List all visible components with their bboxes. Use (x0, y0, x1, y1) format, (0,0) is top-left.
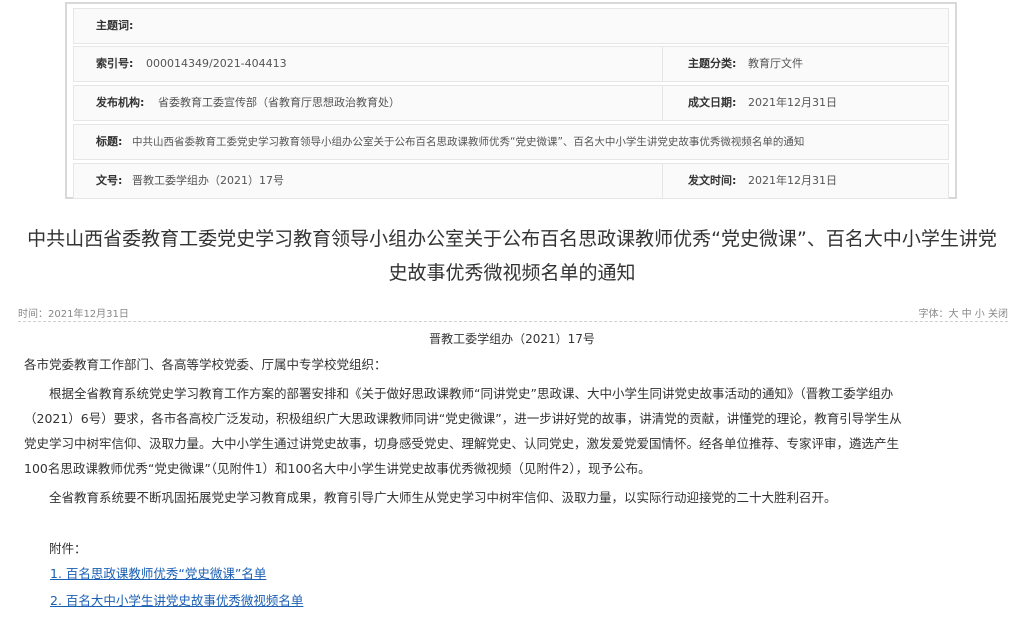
attachments-label: 附件： (24, 541, 87, 556)
column-divider (662, 86, 663, 120)
article-title-line: 中共山西省委教育工委党史学习教育领导小组办公室关于公布百名思政课教师优秀“党史微… (27, 228, 997, 250)
salutation: 各市党委教育工作部门、各高等学校党委、厅属中专学校党组织： (24, 357, 387, 372)
article-body: 各市党委教育工作部门、各高等学校党委、厅属中专学校党组织： 根据全省教育系统党史… (24, 352, 1014, 613)
category-label: 主题分类: (688, 57, 737, 70)
article-title: 中共山西省委教育工委党史学习教育领导小组办公室关于公布百名思政课教师优秀“党史微… (0, 224, 1024, 292)
paragraph-line: 党史学习中树牢信仰、汲取力量。大中小学生通过讲党史故事，切身感受党史、理解党史、… (24, 436, 900, 451)
publisher-value: 省委教育工委宣传部（省教育厅思想政治教育处） (158, 96, 400, 109)
meta-row-publisher: 发布机构: 省委教育工委宣传部（省教育厅思想政治教育处） 成文日期: 2021年… (73, 85, 949, 121)
docnum-value: 晋教工委学组办（2021）17号 (132, 174, 284, 187)
paragraph-line: 100名思政课教师优秀“党史微课”（见附件1）和100名大中小学生讲党史故事优秀… (24, 461, 651, 476)
attachment-link-2[interactable]: 2. 百名大中小学生讲党史故事优秀微视频名单 (50, 593, 303, 608)
paragraph-line: （2021）6号）要求，各市各高校广泛发动，积极组织广大思政课教师同讲“党史微课… (24, 411, 902, 426)
font-size-controls[interactable]: 字体：大 中 小 关闭 (918, 305, 1008, 320)
subject-value: 中共山西省委教育工委党史学习教育领导小组办公室关于公布百名思政课教师优秀“党史微… (132, 136, 805, 148)
pubtime-value: 2021年12月31日 (748, 174, 837, 187)
article-title-line: 史故事优秀微视频名单的通知 (388, 262, 636, 284)
subject-label: 标题: (96, 135, 123, 148)
pubtime-label: 发文时间: (688, 174, 737, 187)
meta-row-subject: 标题: 中共山西省委教育工委党史学习教育领导小组办公室关于公布百名思政课教师优秀… (73, 124, 949, 160)
meta-row-index: 索引号: 000014349/2021-404413 主题分类: 教育厅文件 (73, 46, 949, 82)
column-divider (662, 164, 663, 198)
meta-row-docnum: 文号: 晋教工委学组办（2021）17号 发文时间: 2021年12月31日 (73, 163, 949, 199)
paragraph-line: 根据全省教育系统党史学习教育工作方案的部署安排和《关于做好思政课教师“同讲党史”… (24, 386, 894, 401)
article-info-bar: 时间：2021年12月31日 字体：大 中 小 关闭 (18, 305, 1008, 322)
paragraph-line: 全省教育系统要不断巩固拓展党史学习教育成果，教育引导广大师生从党史学习中树牢信仰… (24, 490, 837, 505)
index-label: 索引号: (96, 57, 134, 70)
publisher-label: 发布机构: (96, 96, 145, 109)
topic-label: 主题词: (96, 19, 134, 32)
docnum-label: 文号: (96, 174, 123, 187)
column-divider (662, 47, 663, 81)
attachment-link-1[interactable]: 1. 百名思政课教师优秀“党史微课”名单 (50, 566, 266, 581)
category-value: 教育厅文件 (748, 57, 803, 70)
index-value: 000014349/2021-404413 (146, 57, 287, 70)
meta-row-topic: 主题词: (73, 8, 949, 44)
document-number: 晋教工委学组办（2021）17号 (429, 332, 595, 346)
publish-time: 时间：2021年12月31日 (18, 309, 129, 320)
document-metadata-table: 主题词: 索引号: 000014349/2021-404413 主题分类: 教育… (65, 2, 957, 199)
date-value: 2021年12月31日 (748, 96, 837, 109)
date-label: 成文日期: (688, 96, 737, 109)
